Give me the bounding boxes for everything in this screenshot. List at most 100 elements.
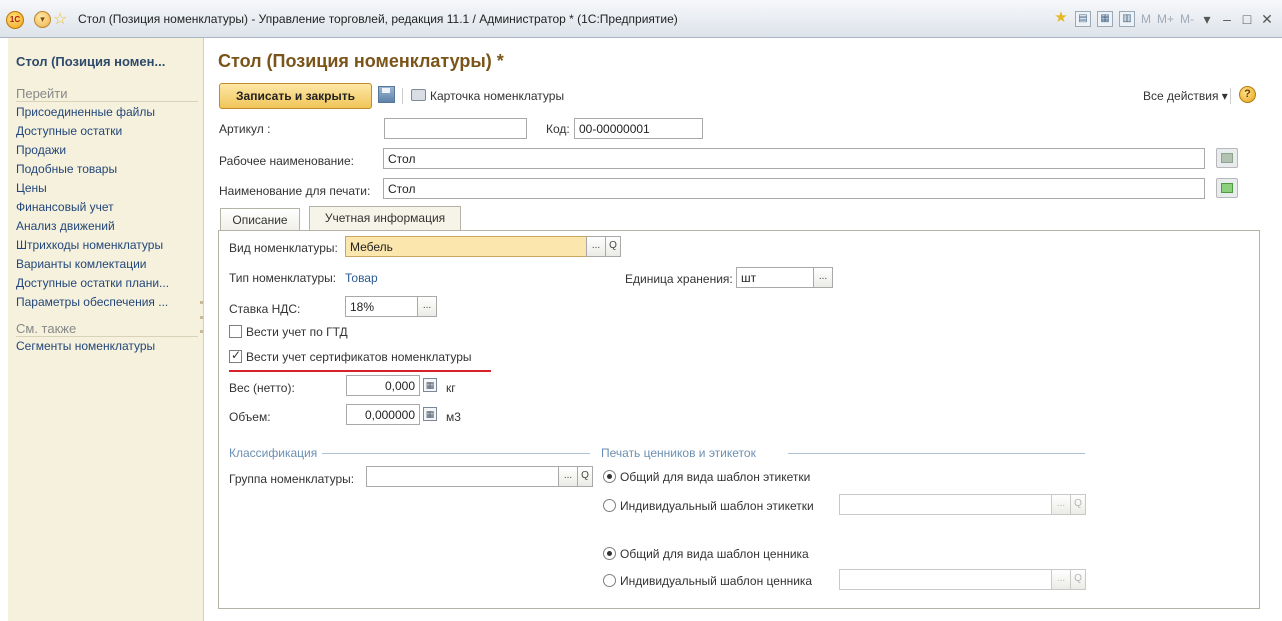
- kind-input[interactable]: Мебель: [345, 236, 587, 257]
- maximize-icon[interactable]: □: [1240, 11, 1254, 27]
- sidebar-item-segments[interactable]: Сегменты номенклатуры: [16, 339, 155, 353]
- tab-accounting-info[interactable]: Учетная информация: [309, 206, 461, 231]
- vat-input[interactable]: 18%: [345, 296, 418, 317]
- divider: [200, 316, 203, 319]
- divider: [200, 301, 203, 304]
- sidebar-item-sales[interactable]: Продажи: [16, 143, 66, 157]
- sidebar-section-go: Перейти: [16, 86, 68, 101]
- vat-select-button[interactable]: ...: [417, 296, 437, 317]
- search-icon[interactable]: Q: [1070, 569, 1086, 590]
- price-individual-text: Индивидуальный шаблон ценника: [620, 574, 813, 588]
- app-logo-icon[interactable]: 1C: [6, 11, 24, 29]
- divider: [16, 101, 198, 102]
- all-actions-menu[interactable]: Все действия ▾: [1143, 89, 1228, 103]
- item-card-button[interactable]: Карточка номенклатуры: [430, 89, 564, 103]
- sidebar-item-attached-files[interactable]: Присоединенные файлы: [16, 105, 155, 119]
- price-common-radio[interactable]: [603, 547, 616, 560]
- sidebar-item-planned-stock[interactable]: Доступные остатки плани...: [16, 276, 169, 290]
- price-template-select-button[interactable]: ...: [1051, 569, 1071, 590]
- add-favorite-icon[interactable]: ★: [1053, 10, 1069, 27]
- sidebar-item-supply-parameters[interactable]: Параметры обеспечения ...: [16, 295, 168, 309]
- save-and-close-button[interactable]: Записать и закрыть: [219, 83, 372, 109]
- unit-label: Единица хранения:: [625, 272, 733, 286]
- unit-input[interactable]: шт: [736, 267, 814, 288]
- work-name-label: Рабочее наименование:: [219, 154, 354, 168]
- sidebar-item-barcodes[interactable]: Штрихкоды номенклатуры: [16, 238, 163, 252]
- minimize-icon[interactable]: –: [1220, 11, 1234, 27]
- certificates-checkbox[interactable]: [229, 348, 242, 363]
- certificates-label: Вести учет сертификатов номенклатуры: [246, 350, 472, 364]
- price-individual-radio[interactable]: [603, 574, 616, 587]
- kind-select-button[interactable]: ...: [586, 236, 606, 257]
- unit-select-button[interactable]: ...: [813, 267, 833, 288]
- volume-input[interactable]: 0,000000: [346, 404, 420, 425]
- save-disk-icon[interactable]: [378, 86, 395, 103]
- label-individual-text: Индивидуальный шаблон этикетки: [620, 499, 814, 513]
- tab-description[interactable]: Описание: [220, 208, 300, 231]
- gtd-label: Вести учет по ГТД: [246, 325, 348, 339]
- sidebar-item-financial-accounting[interactable]: Финансовый учет: [16, 200, 114, 214]
- label-common-radio[interactable]: [603, 470, 616, 483]
- sidebar-item-movement-analysis[interactable]: Анализ движений: [16, 219, 115, 233]
- sidebar-title: Стол (Позиция номен...: [16, 54, 166, 69]
- sidebar-item-available-stock[interactable]: Доступные остатки: [16, 124, 122, 138]
- edit-print-name-icon[interactable]: [1216, 178, 1238, 198]
- work-name-input[interactable]: Стол: [383, 148, 1205, 169]
- label-template-input[interactable]: [839, 494, 1052, 515]
- label-template-select-button[interactable]: ...: [1051, 494, 1071, 515]
- favorites-star-icon[interactable]: ☆: [53, 9, 67, 29]
- navigation-panel: Стол (Позиция номен... Перейти Присоедин…: [8, 38, 204, 621]
- group-label: Группа номенклатуры:: [229, 472, 355, 486]
- dropdown-icon[interactable]: ▾: [1200, 11, 1214, 28]
- classification-title: Классификация: [229, 446, 318, 460]
- weight-input[interactable]: 0,000: [346, 375, 420, 396]
- sidebar-item-prices[interactable]: Цены: [16, 181, 47, 195]
- memory-m-button[interactable]: M: [1141, 12, 1151, 26]
- gtd-checkbox[interactable]: [229, 325, 242, 338]
- calculator-icon[interactable]: ▦: [1096, 11, 1113, 27]
- price-common-text: Общий для вида шаблон ценника: [620, 547, 809, 561]
- divider: [1230, 88, 1231, 104]
- printing-title: Печать ценников и этикеток: [601, 446, 756, 460]
- code-input[interactable]: 00-00000001: [574, 118, 703, 139]
- sidebar-item-similar-goods[interactable]: Подобные товары: [16, 162, 117, 176]
- chevron-down-icon[interactable]: ▾: [34, 11, 51, 28]
- search-icon[interactable]: Q: [1070, 494, 1086, 515]
- label-common-text: Общий для вида шаблон этикетки: [620, 470, 811, 484]
- label-individual-radio[interactable]: [603, 499, 616, 512]
- copy-name-icon[interactable]: [1216, 148, 1238, 168]
- calendar-icon[interactable]: ▥: [1118, 11, 1135, 27]
- price-template-input[interactable]: [839, 569, 1052, 590]
- printer-icon[interactable]: [411, 89, 426, 101]
- print-name-label: Наименование для печати:: [219, 184, 371, 198]
- page-title: Стол (Позиция номенклатуры) *: [218, 51, 504, 71]
- divider: [200, 330, 203, 333]
- memory-mminus-button[interactable]: M-: [1180, 12, 1194, 26]
- close-icon[interactable]: ✕: [1260, 11, 1274, 28]
- divider: [322, 453, 590, 454]
- search-icon[interactable]: Q: [605, 236, 621, 257]
- memory-mplus-button[interactable]: M+: [1157, 12, 1174, 26]
- vat-label: Ставка НДС:: [229, 302, 301, 316]
- volume-label: Объем:: [229, 410, 271, 424]
- help-icon[interactable]: ?: [1239, 86, 1256, 103]
- weight-label: Вес (нетто):: [229, 381, 295, 395]
- calculator-icon[interactable]: ▦: [423, 407, 437, 421]
- type-label: Тип номенклатуры:: [229, 271, 337, 285]
- kind-label: Вид номенклатуры:: [229, 241, 338, 255]
- calculator-icon[interactable]: ▦: [423, 378, 437, 392]
- print-name-input[interactable]: Стол: [383, 178, 1205, 199]
- group-input[interactable]: [366, 466, 559, 487]
- code-label: Код:: [546, 122, 570, 136]
- sidebar-item-kit-variants[interactable]: Варианты комлектации: [16, 257, 147, 271]
- article-input[interactable]: [384, 118, 527, 139]
- search-icon[interactable]: Q: [577, 466, 593, 487]
- type-value-link[interactable]: Товар: [345, 271, 378, 285]
- titlebar-toolbar: ★ ▤ ▦ ▥ M M+ M- ▾ – □ ✕: [1053, 9, 1274, 29]
- divider: [788, 453, 1085, 454]
- window-title: Стол (Позиция номенклатуры) - Управление…: [78, 12, 678, 26]
- highlight-underline: [229, 370, 491, 372]
- history-icon[interactable]: ▤: [1074, 11, 1091, 27]
- group-select-button[interactable]: ...: [558, 466, 578, 487]
- window-titlebar: 1C ▾ ☆ Стол (Позиция номенклатуры) - Упр…: [0, 0, 1282, 38]
